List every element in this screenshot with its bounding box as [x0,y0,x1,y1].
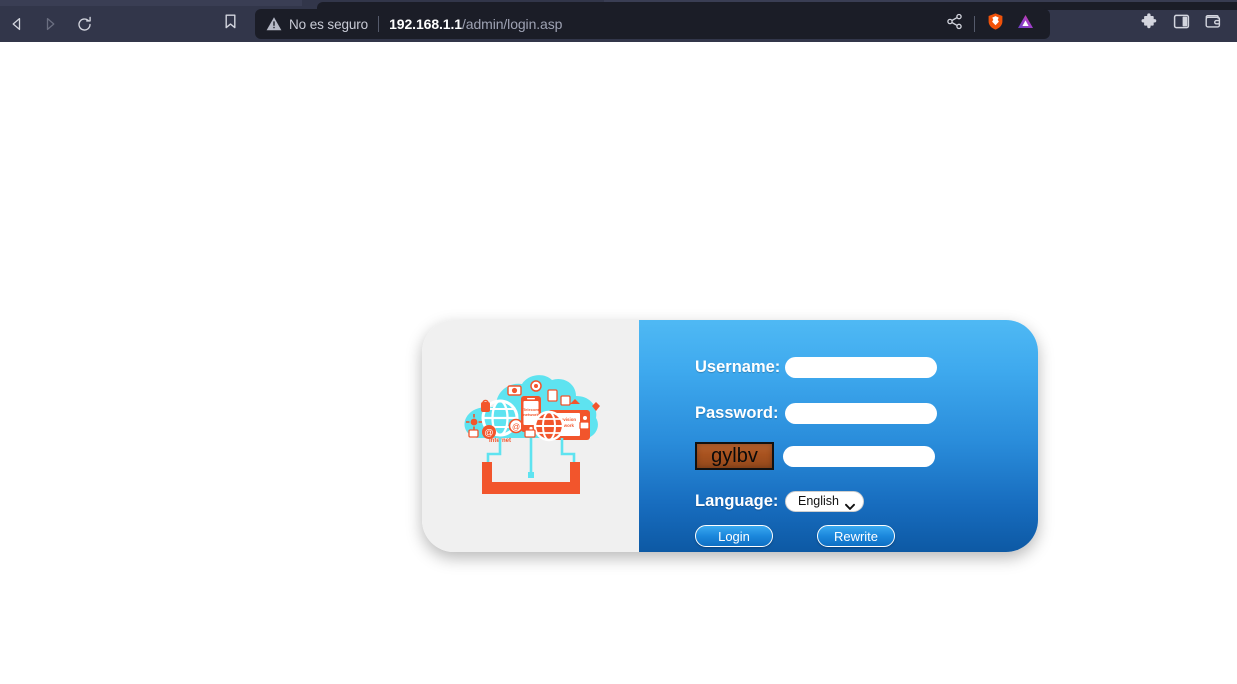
svg-text:network: network [523,412,539,417]
login-button[interactable]: Login [695,525,773,547]
warning-triangle-icon[interactable] [265,15,283,33]
buttons-row: Login Rewrite [695,523,895,549]
url-path: /admin/login.asp [462,16,562,32]
back-button[interactable] [2,9,32,39]
password-row: Password: [695,400,937,426]
language-select-wrapper: English [785,491,864,512]
brave-rewards-button[interactable] [1010,9,1040,39]
omnibox-actions [939,9,1040,39]
brave-rewards-icon [1016,12,1035,36]
bookmark-icon [223,13,238,35]
captcha-image[interactable]: gylbv [695,442,774,470]
svg-text:@: @ [511,423,519,432]
username-input[interactable] [785,357,937,378]
reload-icon [76,16,93,33]
username-label: Username: [695,358,785,377]
forward-arrow-icon [42,16,58,32]
browser-toolbar: No es seguro 192.168.1.1/admin/login.asp [0,6,1237,42]
page-content: Internet @ @ Telecom network [0,42,1237,684]
reload-button[interactable] [69,9,99,39]
browser-toolbar-right [1133,9,1229,39]
login-card: Internet @ @ Telecom network [422,320,1038,552]
brave-shields-button[interactable] [980,9,1010,39]
share-icon [946,13,963,35]
back-arrow-icon [9,16,25,32]
omnibox-divider [378,16,379,32]
captcha-row: gylbv [695,443,935,469]
svg-text:@: @ [484,428,493,438]
omnibox-action-divider [974,16,975,32]
language-row: Language: English [695,488,864,514]
illustration-panel: Internet @ @ Telecom network [422,320,639,552]
language-label: Language: [695,492,785,511]
share-button[interactable] [939,9,969,39]
forward-button[interactable] [35,9,65,39]
brave-wallet-button[interactable] [1197,9,1229,39]
language-select[interactable]: English [785,491,864,512]
url-text[interactable]: 192.168.1.1/admin/login.asp [389,16,562,32]
password-label: Password: [695,404,785,423]
rewrite-button[interactable]: Rewrite [817,525,895,547]
sidebar-toggle-button[interactable] [1165,9,1197,39]
password-input[interactable] [785,403,937,424]
address-bar[interactable]: No es seguro 192.168.1.1/admin/login.asp [255,9,1050,39]
username-row: Username: [695,354,937,380]
security-status-label: No es seguro [289,17,368,32]
bookmark-button[interactable] [216,6,244,42]
extensions-puzzle-icon [1140,13,1158,36]
browser-chrome: No es seguro 192.168.1.1/admin/login.asp [0,0,1237,42]
login-form-panel: Username: Password: gylbv Language: Engl… [639,320,1038,552]
brave-shields-icon [986,12,1005,36]
brave-wallet-icon [1204,13,1222,35]
extensions-button[interactable] [1133,9,1165,39]
cloud-network-illustration: Internet @ @ Telecom network [452,370,610,502]
sidebar-toggle-icon [1173,13,1190,35]
captcha-input[interactable] [783,446,935,467]
url-host: 192.168.1.1 [389,16,462,32]
